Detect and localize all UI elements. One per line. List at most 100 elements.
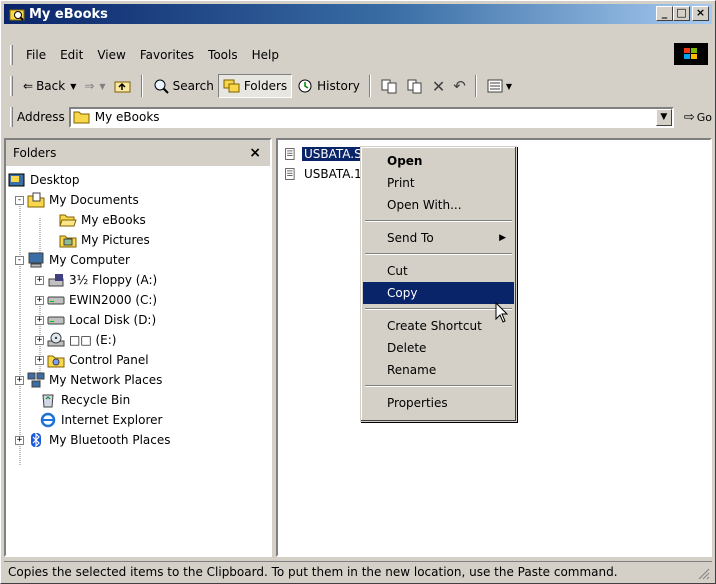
- internet-explorer-icon: [40, 412, 56, 428]
- delete-button[interactable]: ✕: [428, 74, 449, 98]
- explorer-folder-icon: [9, 9, 25, 21]
- expand-icon[interactable]: +: [35, 315, 44, 325]
- folders-button[interactable]: Folders: [217, 74, 293, 98]
- menu-favorites[interactable]: Favorites: [133, 48, 201, 62]
- menu-item-delete[interactable]: Delete: [363, 337, 514, 359]
- tree-item-recycle-bin[interactable]: Recycle Bin: [39, 390, 130, 410]
- hard-drive-icon: [47, 296, 65, 305]
- windows-logo-icon: [674, 43, 708, 65]
- network-places-icon: [27, 372, 45, 388]
- tree-item-drive-c[interactable]: + EWIN2000 (C:): [35, 290, 157, 310]
- folder-tree: Desktop - My Documents My eBooks My Pict…: [6, 166, 270, 466]
- file-name: USBATA.1: [304, 167, 362, 181]
- menu-item-create-shortcut[interactable]: Create Shortcut: [363, 315, 514, 337]
- status-bar: Copies the selected items to the Clipboa…: [4, 561, 712, 582]
- expand-icon[interactable]: +: [15, 375, 24, 385]
- menu-view[interactable]: View: [90, 48, 132, 62]
- toolbar-grip[interactable]: [10, 76, 13, 96]
- menu-help[interactable]: Help: [245, 48, 286, 62]
- menu-edit[interactable]: Edit: [53, 48, 90, 62]
- expand-icon[interactable]: +: [15, 435, 24, 445]
- addressbar-grip[interactable]: [10, 107, 13, 127]
- up-folder-button[interactable]: [110, 74, 136, 98]
- tree-item-floppy[interactable]: + 3½ Floppy (A:): [35, 270, 157, 290]
- tree-item-my-bluetooth-places[interactable]: + My Bluetooth Places: [15, 430, 171, 450]
- text-file-icon: [285, 168, 295, 180]
- views-button[interactable]: ▼: [482, 74, 516, 98]
- address-value: My eBooks: [94, 110, 160, 124]
- go-button[interactable]: ⇨ Go: [684, 110, 712, 125]
- folders-pane-title: Folders: [13, 146, 57, 160]
- close-button[interactable]: ×: [692, 6, 709, 21]
- menu-separator: [365, 253, 512, 255]
- resize-grip-icon[interactable]: [698, 568, 710, 580]
- tree-item-internet-explorer[interactable]: Internet Explorer: [39, 410, 162, 430]
- menu-item-cut[interactable]: Cut: [363, 260, 514, 282]
- bluetooth-icon: [31, 432, 41, 448]
- desktop-icon: [8, 173, 25, 187]
- expand-icon[interactable]: +: [35, 295, 44, 305]
- context-menu: Open Print Open With... Send To ▶ Cut Co…: [360, 146, 517, 422]
- file-item[interactable]: USBATA.1: [284, 165, 364, 183]
- tree-item-my-pictures[interactable]: My Pictures: [59, 230, 150, 250]
- up-folder-icon: [114, 81, 131, 93]
- tree-item-desktop[interactable]: Desktop: [8, 170, 80, 190]
- address-label: Address: [16, 110, 65, 124]
- menu-item-send-to[interactable]: Send To ▶: [363, 227, 514, 249]
- undo-button[interactable]: ↶: [449, 74, 470, 98]
- back-label: Back: [36, 79, 66, 93]
- menu-item-print[interactable]: Print: [363, 172, 514, 194]
- collapse-icon[interactable]: -: [15, 255, 24, 265]
- move-to-button[interactable]: [376, 74, 402, 98]
- open-folder-icon: [59, 214, 77, 227]
- folder-icon: [73, 111, 90, 124]
- control-panel-icon: [47, 355, 65, 368]
- standard-toolbar: ⇐ Back ▼ ⇒ ▼ Search Folders History ✕ ↶ …: [4, 71, 712, 101]
- menu-item-open[interactable]: Open: [363, 150, 514, 172]
- menu-tools[interactable]: Tools: [201, 48, 245, 62]
- tree-item-drive-d[interactable]: + Local Disk (D:): [35, 310, 156, 330]
- tree-item-drive-e[interactable]: + □□ (E:): [35, 330, 116, 350]
- menu-bar: File Edit View Favorites Tools Help: [4, 43, 712, 67]
- maximize-button[interactable]: □: [673, 6, 690, 21]
- copy-to-button[interactable]: [402, 74, 428, 98]
- tree-item-control-panel[interactable]: + Control Panel: [35, 350, 149, 370]
- collapse-icon[interactable]: -: [15, 195, 24, 205]
- forward-button[interactable]: ⇒ ▼: [80, 74, 109, 98]
- search-button[interactable]: Search: [148, 74, 218, 98]
- expand-icon[interactable]: +: [35, 355, 44, 365]
- history-label: History: [317, 79, 360, 93]
- go-arrow-icon: ⇨: [683, 109, 695, 125]
- folders-pane: Folders × Desktop - My Documents My eBoo…: [4, 138, 272, 557]
- menu-item-rename[interactable]: Rename: [363, 359, 514, 381]
- system-file-icon: [285, 148, 295, 160]
- title-bar[interactable]: My eBooks _ □ ×: [4, 4, 712, 24]
- back-arrow-icon: ⇐: [23, 79, 34, 93]
- expand-icon[interactable]: +: [35, 335, 44, 345]
- address-dropdown-button[interactable]: ▼: [655, 108, 672, 126]
- floppy-drive-icon: [48, 274, 64, 287]
- tree-item-my-documents[interactable]: - My Documents: [15, 190, 139, 210]
- go-label: Go: [696, 110, 712, 124]
- copy-to-icon: [407, 79, 422, 94]
- menu-item-open-with[interactable]: Open With...: [363, 194, 514, 216]
- menubar-grip[interactable]: [10, 45, 13, 65]
- menu-separator: [365, 220, 512, 222]
- cd-drive-icon: [47, 332, 65, 347]
- tree-item-my-network-places[interactable]: + My Network Places: [15, 370, 162, 390]
- menu-item-properties[interactable]: Properties: [363, 392, 514, 414]
- history-button[interactable]: History: [292, 74, 364, 98]
- submenu-arrow-icon: ▶: [499, 233, 506, 243]
- menu-item-copy[interactable]: Copy: [363, 282, 514, 304]
- menu-file[interactable]: File: [19, 48, 53, 62]
- move-to-icon: [381, 79, 397, 94]
- minimize-button[interactable]: _: [656, 6, 673, 21]
- close-icon[interactable]: ×: [249, 145, 261, 161]
- folders-label: Folders: [243, 79, 288, 93]
- tree-item-my-ebooks[interactable]: My eBooks: [59, 210, 146, 230]
- views-icon: [487, 79, 503, 93]
- address-field[interactable]: My eBooks ▼: [68, 106, 674, 128]
- back-button[interactable]: ⇐ Back ▼: [19, 74, 80, 98]
- expand-icon[interactable]: +: [35, 275, 44, 285]
- tree-item-my-computer[interactable]: - My Computer: [15, 250, 130, 270]
